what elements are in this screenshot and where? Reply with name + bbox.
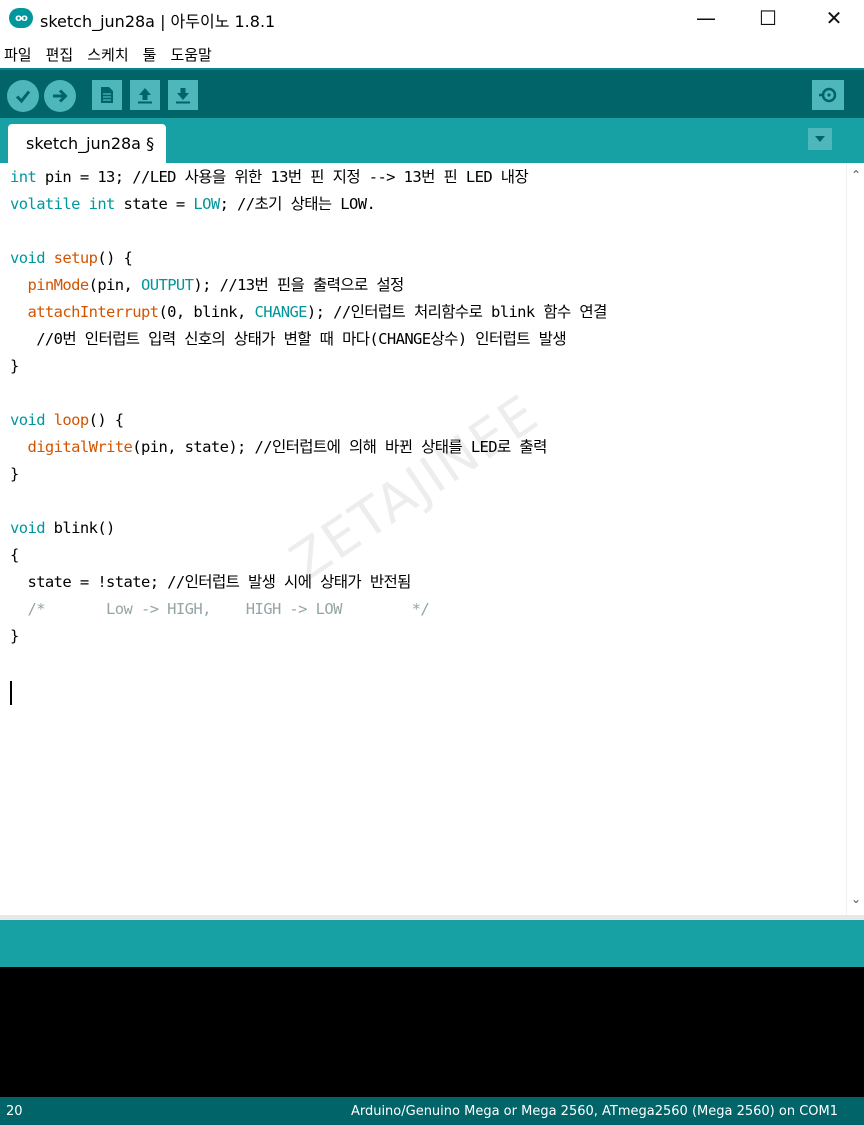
scroll-up-icon[interactable]: ⌃ [847,167,864,183]
code-line: attachInterrupt(0, blink, CHANGE); //인터럽… [27,303,607,321]
code-line: } [10,627,19,645]
menu-help[interactable]: 도움말 [166,44,211,65]
maximize-button[interactable]: ☐ [738,0,798,36]
code-line: int pin = 13; //LED 사용을 위한 13번 핀 지정 --> … [10,168,529,186]
code-line: void setup() { [10,249,133,267]
tab-sketch[interactable]: sketch_jun28a § [8,124,166,163]
open-sketch-button[interactable] [130,80,160,110]
menu-file[interactable]: 파일 [0,44,32,65]
tab-bar: sketch_jun28a § [0,118,864,163]
new-icon [101,87,113,103]
text-caret [10,681,12,705]
save-icon [176,88,190,104]
title-bar: oo sketch_jun28a | 아두이노 1.8.1 — ☐ ✕ [0,0,864,38]
code-line: state = !state; //인터럽트 발생 시에 상태가 반전됨 [10,573,411,591]
verify-icon [15,90,31,104]
code-line: void blink() [10,519,115,537]
code-line: /* Low -> HIGH, HIGH -> LOW */ [10,600,430,618]
upload-icon [53,89,68,103]
tab-label: sketch_jun28a § [26,134,155,153]
code-line: } [10,357,19,375]
upload-button[interactable] [44,80,76,112]
menu-tools[interactable]: 툴 [139,44,157,65]
console-output[interactable] [0,967,864,1097]
serial-monitor-button[interactable] [812,80,844,110]
serial-monitor-icon [819,87,837,103]
menu-bar: 파일 편집 스케치 툴 도움말 [0,40,864,68]
verify-button[interactable] [7,80,39,112]
chevron-down-icon [815,136,825,142]
menu-sketch[interactable]: 스케치 [83,44,128,65]
new-sketch-button[interactable] [92,80,122,110]
message-bar [0,920,864,967]
code-line: //0번 인터럽트 입력 신호의 상태가 변할 때 마다(CHANGE상수) 인… [10,330,566,348]
open-icon [138,88,152,104]
close-button[interactable]: ✕ [804,0,864,36]
scroll-down-icon[interactable]: ⌄ [847,891,864,907]
code-line: { [10,546,19,564]
code-editor[interactable]: ZETAJINEE int pin = 13; //LED 사용을 위한 13번… [0,163,846,915]
menu-edit[interactable]: 편집 [42,44,74,65]
minimize-button[interactable]: — [676,0,736,36]
tab-menu-button[interactable] [808,128,832,150]
code-line: } [10,465,19,483]
code-line: pinMode(pin, OUTPUT); //13번 핀을 출력으로 설정 [27,276,404,294]
board-info: Arduino/Genuino Mega or Mega 2560, ATmeg… [350,1104,838,1119]
window-title: sketch_jun28a | 아두이노 1.8.1 [40,12,276,31]
watermark-text: ZETAJINEE [280,383,550,593]
editor-scrollbar[interactable]: ⌃ ⌄ [846,163,864,915]
code-line: volatile int state = LOW; //초기 상태는 LOW. [10,195,376,213]
status-bar: 20 Arduino/Genuino Mega or Mega 2560, AT… [0,1097,864,1125]
code-line: digitalWrite(pin, state); //인터럽트에 의해 바뀐 … [27,438,547,456]
save-sketch-button[interactable] [168,80,198,110]
code-line: void loop() { [10,411,124,429]
arduino-logo-icon: oo [9,8,33,28]
toolbar [0,68,864,118]
line-number: 20 [6,1104,23,1119]
